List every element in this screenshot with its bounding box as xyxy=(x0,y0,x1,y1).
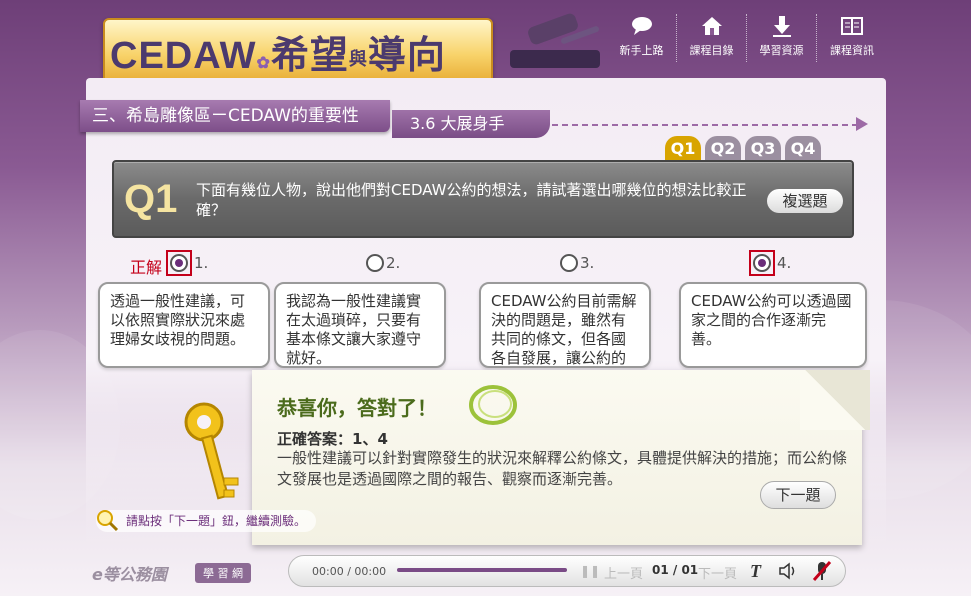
progress-bar[interactable] xyxy=(397,568,567,572)
mute-icon[interactable] xyxy=(812,560,832,582)
flower-icon: ✿ xyxy=(256,55,271,72)
section-title: 三、希島雕像區ㄧCEDAW的重要性 xyxy=(80,100,390,132)
option-2-number: 2. xyxy=(386,254,401,272)
option-4-number: 4. xyxy=(777,254,792,272)
page-indicator: 01 / 01 xyxy=(652,563,699,577)
pause-icon[interactable]: ❚❚ xyxy=(580,564,600,578)
nav-course-catalog[interactable]: 課程目錄 xyxy=(677,14,747,62)
next-question-button[interactable]: 下一題 xyxy=(760,481,836,509)
tab-q2[interactable]: Q2 xyxy=(705,136,741,160)
tab-q4[interactable]: Q4 xyxy=(785,136,821,160)
brand-tag: 學 習 網 xyxy=(195,563,251,583)
feedback-title: 恭喜你，答對了！ xyxy=(277,396,437,420)
option-4-card[interactable]: CEDAW公約可以透過國家之間的合作逐漸完善。 xyxy=(679,282,867,368)
tab-q1[interactable]: Q1 xyxy=(665,136,701,160)
question-number: Q1 xyxy=(124,177,178,221)
arrow-right-icon xyxy=(856,117,868,131)
tab-q3[interactable]: Q3 xyxy=(745,136,781,160)
question-text: 下面有幾位人物，說出他們對CEDAW公約的想法，請試著選出哪幾位的想法比較正確？ xyxy=(196,181,747,219)
book-icon xyxy=(841,17,863,35)
option-3-radio[interactable] xyxy=(560,254,578,272)
nav-learning-resources[interactable]: 學習資源 xyxy=(747,14,817,62)
option-1-number: 1. xyxy=(194,254,209,272)
option-2-card[interactable]: 我認為一般性建議實在太過瑣碎，只要有基本條文讓大家遵守就好。 xyxy=(274,282,446,368)
option-3-card[interactable]: CEDAW公約目前需解決的問題是，雖然有共同的條文，但各國各自發展，讓公約的全面… xyxy=(479,282,651,368)
subsection-title: 3.6 大展身手 xyxy=(392,110,550,138)
magnifier-icon xyxy=(97,510,119,532)
volume-icon[interactable] xyxy=(778,562,798,580)
top-nav: 新手上路 課程目錄 學習資源 課程資訊 xyxy=(607,14,887,62)
correct-marker xyxy=(166,250,192,276)
correct-answer-text: 正確答案：1、4 xyxy=(277,430,388,448)
radio-dot xyxy=(758,259,766,267)
download-icon xyxy=(772,16,791,37)
option-2-radio[interactable] xyxy=(366,254,384,272)
nav-getting-started[interactable]: 新手上路 xyxy=(607,14,677,62)
gavel-icon xyxy=(510,13,600,68)
option-2-radio-group: 2. xyxy=(366,254,400,272)
correct-marker xyxy=(749,250,775,276)
question-type-badge: 複選題 xyxy=(767,189,843,213)
circle-check-icon xyxy=(469,385,517,425)
radio-dot xyxy=(175,259,183,267)
hint-bar: 請點按「下一題」鈕，繼續測驗。 xyxy=(96,510,317,532)
option-3-radio-group: 3. xyxy=(560,254,594,272)
option-4-radio-group: 4. xyxy=(749,250,791,276)
option-1-radio-group: 1. xyxy=(166,250,208,276)
playback-time: 00:00 / 00:00 xyxy=(312,565,387,578)
option-3-number: 3. xyxy=(580,254,595,272)
logo-title: CEDAW✿希望與導向 xyxy=(110,35,446,77)
correct-answer-label: 正解 xyxy=(130,258,163,277)
home-icon xyxy=(701,17,722,35)
prev-page-button[interactable]: 上一頁 xyxy=(604,563,643,582)
brand-logo: e等公務園 xyxy=(92,565,167,584)
page-curl xyxy=(800,370,870,430)
option-1-card[interactable]: 透過一般性建議，可以依照實際狀況來處理婦女歧視的問題。 xyxy=(98,282,270,368)
text-toggle-button[interactable]: T xyxy=(750,561,761,582)
nav-course-info[interactable]: 課程資訊 xyxy=(817,14,887,62)
chat-bubble-icon xyxy=(631,17,652,35)
golden-key-icon xyxy=(184,402,239,500)
option-4-radio[interactable] xyxy=(753,254,771,272)
question-tabs: Q1 Q2 Q3 Q4 xyxy=(665,136,821,160)
option-1-radio[interactable] xyxy=(170,254,188,272)
dashed-divider xyxy=(552,124,858,126)
next-page-button[interactable]: 下一頁 xyxy=(698,563,737,582)
